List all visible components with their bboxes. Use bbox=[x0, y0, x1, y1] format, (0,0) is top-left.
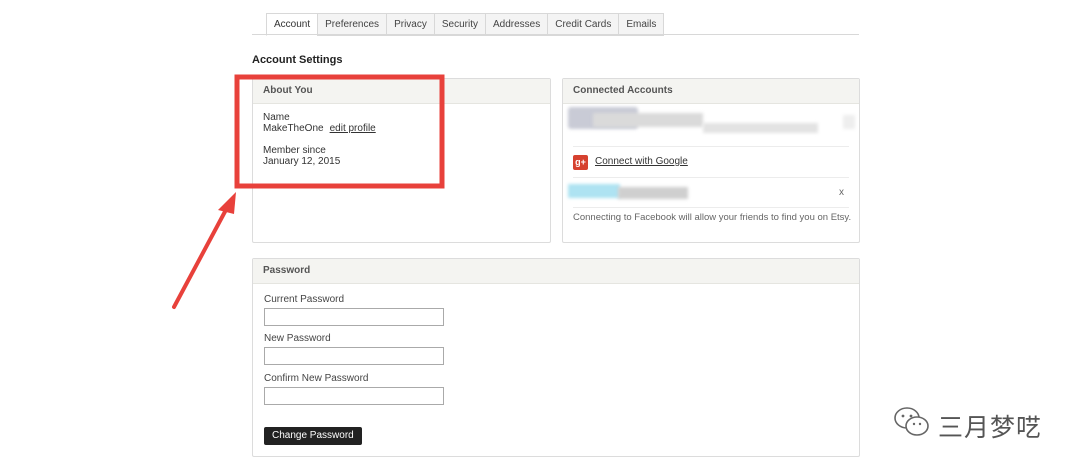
watermark-text: 三月梦呓 bbox=[938, 413, 1043, 442]
highlight-box bbox=[234, 74, 445, 189]
wechat-icon bbox=[894, 407, 929, 436]
annotation-arrow-shaft bbox=[172, 204, 230, 309]
annotation-overlay bbox=[172, 74, 445, 309]
annotation-arrow-head bbox=[218, 192, 236, 214]
